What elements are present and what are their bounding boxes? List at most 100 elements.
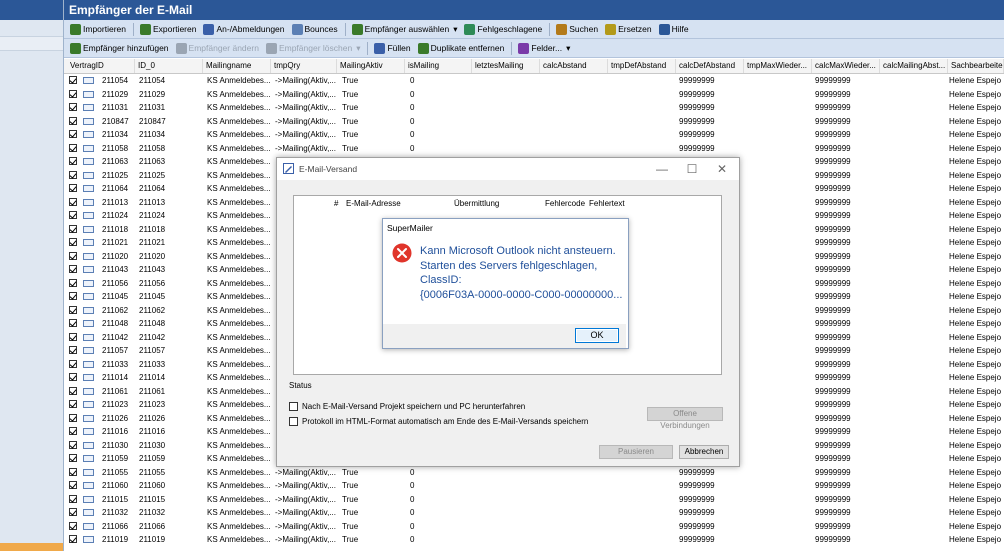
recipient-toolbar-button-0[interactable]: Empfänger hinzufügen (70, 42, 169, 54)
row-checkbox[interactable] (69, 521, 77, 530)
row-checkbox[interactable] (69, 170, 77, 179)
recipient-toolbar-button-5[interactable]: Felder... ▾ (518, 42, 570, 54)
recipient-toolbar-button-1[interactable]: Empfänger ändern (175, 42, 259, 54)
main-toolbar-button-2[interactable]: An-/Abmeldungen (203, 23, 285, 35)
row-checkbox[interactable] (69, 251, 77, 260)
row-checkbox[interactable] (69, 481, 77, 489)
row-checkbox[interactable] (69, 319, 77, 327)
column-header[interactable]: tmpDefAbstand (608, 59, 676, 73)
row-checkbox[interactable] (69, 386, 77, 395)
recipient-toolbar-button-3[interactable]: Füllen (374, 42, 411, 54)
column-header[interactable]: tmpMaxWieder... (744, 59, 812, 73)
minimize-button[interactable]: — (647, 158, 677, 180)
cell-max: 99999999 (815, 116, 851, 126)
table-row[interactable]: 210847 210847 KS Anmeldebes... ->Mailing(Ak… (64, 115, 1004, 129)
row-checkbox[interactable] (69, 427, 77, 435)
recipient-toolbar-button-2[interactable]: Empfänger löschen ▾ (265, 42, 360, 54)
row-checkbox[interactable] (69, 278, 77, 287)
row-checkbox[interactable] (69, 197, 77, 206)
table-row[interactable]: 211054 211054 KS Anmeldebes... ->Mailing(Ak… (64, 74, 1004, 88)
close-button[interactable]: ✕ (707, 158, 737, 180)
row-checkbox[interactable] (69, 292, 77, 300)
row-checkbox[interactable] (69, 332, 77, 341)
row-checkbox[interactable] (69, 76, 77, 84)
row-checkbox[interactable] (69, 130, 77, 138)
row-checkbox[interactable] (69, 211, 77, 219)
column-header[interactable]: calcMaxWieder... (812, 59, 880, 73)
row-checkbox[interactable] (69, 535, 77, 543)
row-checkbox[interactable] (69, 89, 77, 98)
main-toolbar-button-8[interactable]: Hilfe (658, 23, 689, 35)
table-row[interactable]: 211031 211031 KS Anmeldebes... ->Mailing(Ak… (64, 101, 1004, 115)
row-checkbox[interactable] (69, 305, 77, 314)
cell-def: 99999999 (679, 76, 715, 85)
col-transmission[interactable]: Übermittlung (454, 199, 499, 208)
chevron-down-icon[interactable]: ▾ (356, 43, 360, 54)
protocol-checkbox[interactable] (289, 417, 298, 426)
row-checkbox[interactable] (69, 238, 77, 246)
column-header[interactable]: Mailingname (203, 59, 271, 73)
column-header[interactable]: Sachbearbeiter (948, 59, 1004, 73)
row-checkbox[interactable] (69, 224, 77, 233)
col-error-text[interactable]: Fehlertext (589, 199, 625, 208)
row-checkbox[interactable] (69, 184, 77, 192)
column-header[interactable]: tmpQry (271, 59, 337, 73)
table-row[interactable]: 211032 211032 KS Anmeldebes... ->Mailing(Ak… (64, 506, 1004, 520)
cell-is: 0 (410, 535, 415, 544)
pause-button[interactable]: Pausieren (599, 445, 673, 459)
main-toolbar-button-1[interactable]: Exportieren (140, 23, 196, 35)
row-checkbox[interactable] (69, 413, 77, 422)
column-header[interactable]: ID_0 (135, 59, 203, 73)
chevron-down-icon[interactable]: ▾ (453, 24, 457, 35)
main-toolbar-button-3[interactable]: Bounces (291, 23, 338, 35)
main-toolbar-button-5[interactable]: Fehlgeschlagene (464, 23, 542, 35)
row-checkbox[interactable] (69, 508, 77, 516)
row-checkbox[interactable] (69, 400, 77, 408)
column-header[interactable]: calcMailingAbst... (880, 59, 948, 73)
row-checkbox[interactable] (69, 454, 77, 462)
table-row[interactable]: 211019 211019 KS Anmeldebes... ->Mailing(Ak… (64, 533, 1004, 547)
table-row[interactable]: 211055 211055 KS Anmeldebes... ->Mailing(Ak… (64, 466, 1004, 480)
row-checkbox[interactable] (69, 157, 77, 165)
maximize-button[interactable]: ☐ (677, 158, 707, 180)
ok-button[interactable]: OK (575, 328, 619, 343)
row-checkbox[interactable] (69, 440, 77, 449)
row-checkbox[interactable] (69, 265, 77, 273)
table-row[interactable]: 211060 211060 KS Anmeldebes... ->Mailing(Ak… (64, 479, 1004, 493)
column-header[interactable]: calcAbstand (540, 59, 608, 73)
table-row[interactable]: 211058 211058 KS Anmeldebes... ->Mailing(Ak… (64, 142, 1004, 156)
cell-id0: 211018 (139, 224, 166, 234)
cancel-button[interactable]: Abbrechen (679, 445, 729, 459)
column-header[interactable]: VertragID (67, 59, 135, 73)
row-checkbox[interactable] (69, 373, 77, 381)
main-toolbar-button-7[interactable]: Ersetzen (605, 23, 652, 35)
row-checkbox[interactable] (69, 359, 77, 368)
row-checkbox[interactable] (69, 143, 77, 152)
table-row[interactable]: 211034 211034 KS Anmeldebes... ->Mailing(Ak… (64, 128, 1004, 142)
col-email[interactable]: E-Mail-Adresse (346, 199, 401, 208)
recipient-toolbar-button-4[interactable]: Duplikate entfernen (417, 42, 504, 54)
toolbar-separator (344, 22, 346, 36)
row-checkbox[interactable] (69, 103, 77, 111)
table-row[interactable]: 211029 211029 KS Anmeldebes... ->Mailing(Ak… (64, 88, 1004, 102)
col-error-code[interactable]: Fehlercode (545, 199, 585, 208)
row-checkbox[interactable] (69, 494, 77, 503)
column-header[interactable]: isMailing (405, 59, 472, 73)
column-header[interactable]: calcDefAbstand (676, 59, 744, 73)
table-row[interactable]: 211015 211015 KS Anmeldebes... ->Mailing(Ak… (64, 493, 1004, 507)
col-number[interactable]: # (334, 199, 338, 208)
main-toolbar-button-0[interactable]: Importieren (70, 23, 126, 35)
row-checkbox[interactable] (69, 346, 77, 354)
chevron-down-icon[interactable]: ▾ (566, 43, 570, 54)
column-header[interactable]: MailingAktiv (337, 59, 405, 73)
envelope-icon (83, 279, 94, 287)
table-row[interactable]: 211066 211066 KS Anmeldebes... ->Mailing(Ak… (64, 520, 1004, 534)
row-checkbox[interactable] (69, 116, 77, 125)
main-toolbar-button-6[interactable]: Suchen (556, 23, 598, 35)
cell-id0: 211025 (139, 170, 166, 180)
main-toolbar-button-4[interactable]: Empfänger auswählen ▾ (351, 23, 457, 35)
row-checkbox[interactable] (69, 467, 77, 476)
open-connections-button[interactable]: Offene Verbindungen (647, 407, 723, 430)
column-header[interactable]: letztesMailing (472, 59, 540, 73)
shutdown-checkbox[interactable] (289, 402, 298, 411)
